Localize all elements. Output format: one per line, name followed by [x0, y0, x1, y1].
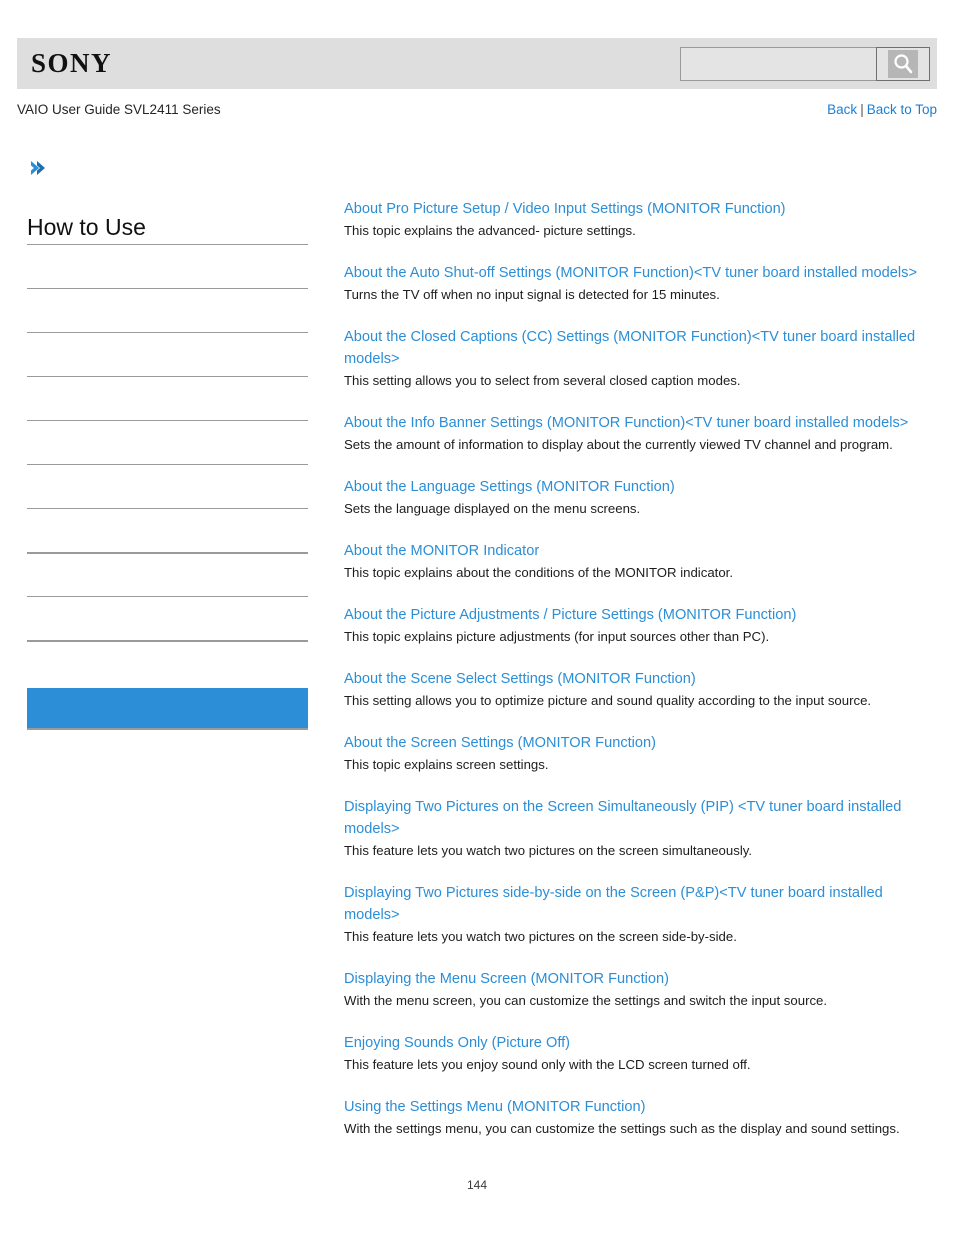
topic-item: About Pro Picture Setup / Video Input Se… — [344, 198, 924, 242]
topic-item: About the Language Settings (MONITOR Fun… — [344, 476, 924, 520]
topic-description: Turns the TV off when no input signal is… — [344, 287, 720, 302]
sidebar-item-4[interactable] — [27, 376, 308, 420]
sidebar-item-5[interactable] — [27, 420, 308, 464]
topic-link[interactable]: Displaying Two Pictures on the Screen Si… — [344, 796, 924, 840]
topic-description: This feature lets you watch two pictures… — [344, 929, 737, 944]
topic-description: This topic explains screen settings. — [344, 757, 549, 772]
topic-description: This topic explains the advanced- pictur… — [344, 223, 636, 238]
sidebar-item-9[interactable] — [27, 596, 308, 640]
sidebar-item-6[interactable] — [27, 464, 308, 508]
topic-description: This feature lets you enjoy sound only w… — [344, 1057, 751, 1072]
sidebar-item-active[interactable] — [27, 688, 308, 728]
topic-link[interactable]: About the Screen Settings (MONITOR Funct… — [344, 732, 924, 754]
topic-link[interactable]: About the Closed Captions (CC) Settings … — [344, 326, 924, 370]
back-to-top-link[interactable]: Back to Top — [867, 102, 937, 117]
topic-item: About the Closed Captions (CC) Settings … — [344, 326, 924, 392]
topic-description: This feature lets you watch two pictures… — [344, 843, 753, 858]
topic-description: This topic explains about the conditions… — [344, 565, 733, 580]
page-number: 144 — [466, 1178, 488, 1192]
sidebar-item-7[interactable] — [27, 508, 308, 552]
topic-description: Sets the language displayed on the menu … — [344, 501, 641, 516]
search-area — [680, 47, 930, 81]
topic-description: This setting allows you to optimize pict… — [344, 693, 872, 708]
search-button[interactable] — [876, 47, 930, 81]
guide-title: VAIO User Guide SVL2411 Series — [17, 102, 221, 117]
sidebar-item-3[interactable] — [27, 332, 308, 376]
sidebar-item-2[interactable] — [27, 288, 308, 332]
page-title: How to Use — [27, 214, 146, 240]
topic-description: This setting allows you to select from s… — [344, 373, 741, 388]
topic-link[interactable]: About the Auto Shut-off Settings (MONITO… — [344, 262, 924, 284]
topic-item: Displaying the Menu Screen (MONITOR Func… — [344, 968, 924, 1012]
topic-item: Displaying Two Pictures on the Screen Si… — [344, 796, 924, 862]
topic-description: This topic explains picture adjustments … — [344, 629, 770, 644]
site-header: SONY — [17, 38, 937, 89]
topic-item: Using the Settings Menu (MONITOR Functio… — [344, 1096, 924, 1140]
topic-item: About the MONITOR Indicator This topic e… — [344, 540, 924, 584]
sidebar: How to Use — [27, 158, 308, 730]
sony-logo: SONY — [31, 48, 113, 78]
topic-link[interactable]: Displaying the Menu Screen (MONITOR Func… — [344, 968, 924, 990]
topic-link[interactable]: Using the Settings Menu (MONITOR Functio… — [344, 1096, 924, 1118]
sidebar-list-end-rule — [27, 728, 308, 730]
nav-separator: | — [860, 102, 864, 117]
back-link[interactable]: Back — [827, 102, 857, 117]
search-icon — [888, 50, 918, 78]
chevron-right-icon[interactable] — [27, 158, 47, 178]
topic-item: About the Info Banner Settings (MONITOR … — [344, 412, 924, 456]
subheader: VAIO User Guide SVL2411 Series Back | Back… — [17, 100, 937, 120]
sidebar-item-1[interactable] — [27, 244, 308, 288]
topic-link[interactable]: About the Picture Adjustments / Picture … — [344, 604, 924, 626]
topic-list: About Pro Picture Setup / Video Input Se… — [344, 198, 924, 1140]
sidebar-item-8[interactable] — [27, 552, 308, 596]
topic-link[interactable]: About the Info Banner Settings (MONITOR … — [344, 412, 924, 434]
header-nav-links: Back | Back to Top — [827, 100, 937, 120]
topic-description: With the menu screen, you can customize … — [344, 993, 828, 1008]
topic-link[interactable]: About the Language Settings (MONITOR Fun… — [344, 476, 924, 498]
topic-description: With the settings menu, you can customiz… — [344, 1121, 900, 1136]
sidebar-item-10[interactable] — [27, 640, 308, 684]
topic-item: About the Picture Adjustments / Picture … — [344, 604, 924, 648]
search-input[interactable] — [680, 47, 876, 81]
topic-link[interactable]: About Pro Picture Setup / Video Input Se… — [344, 198, 924, 220]
sidebar-nav-list — [27, 244, 308, 730]
topic-item: About the Screen Settings (MONITOR Funct… — [344, 732, 924, 776]
topic-link[interactable]: About the MONITOR Indicator — [344, 540, 924, 562]
topic-description: Sets the amount of information to displa… — [344, 437, 893, 452]
topic-link[interactable]: Enjoying Sounds Only (Picture Off) — [344, 1032, 924, 1054]
topic-item: Displaying Two Pictures side-by-side on … — [344, 882, 924, 948]
topic-link[interactable]: About the Scene Select Settings (MONITOR… — [344, 668, 924, 690]
topic-item: About the Scene Select Settings (MONITOR… — [344, 668, 924, 712]
topic-item: Enjoying Sounds Only (Picture Off) This … — [344, 1032, 924, 1076]
topic-link[interactable]: Displaying Two Pictures side-by-side on … — [344, 882, 924, 926]
topic-item: About the Auto Shut-off Settings (MONITO… — [344, 262, 924, 306]
